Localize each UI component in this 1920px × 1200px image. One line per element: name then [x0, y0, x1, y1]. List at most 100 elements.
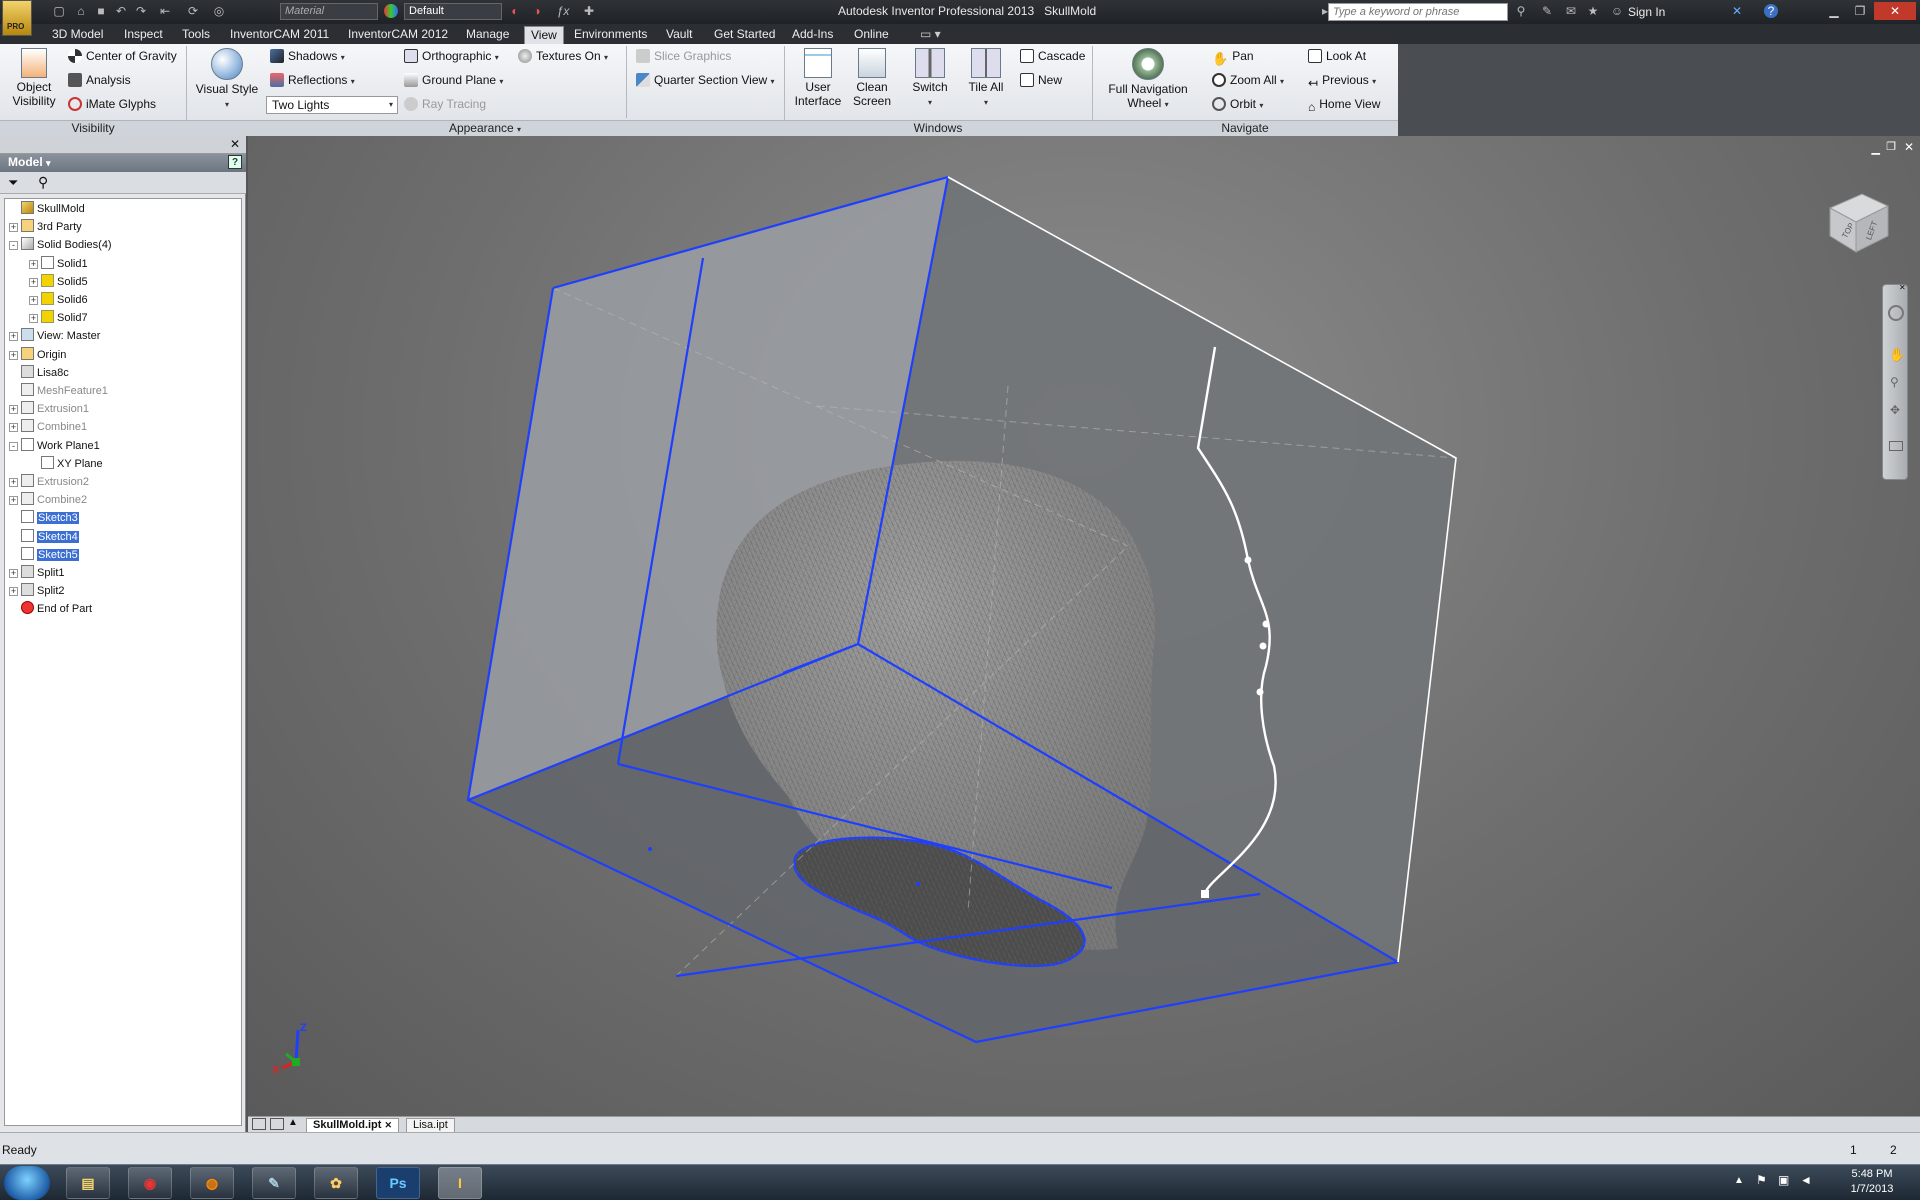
tab-manage[interactable]: Manage — [460, 26, 515, 44]
full-navigation-wheel-button[interactable]: Full Navigation Wheel ▾ — [1100, 48, 1196, 112]
chrome-icon[interactable]: ◉ — [128, 1167, 172, 1199]
undo-icon[interactable]: ↶ — [114, 4, 128, 18]
tree-node[interactable]: + View: Master — [9, 328, 100, 345]
network-icon[interactable]: ▣ — [1778, 1173, 1789, 1187]
add-icon[interactable]: ✚ — [582, 4, 596, 18]
tree-node[interactable]: - Work Plane1 — [9, 437, 100, 455]
tab-vault[interactable]: Vault — [660, 26, 698, 44]
tree-node[interactable]: MeshFeature1 — [9, 383, 108, 400]
tab-3d-model[interactable]: 3D Model — [46, 26, 109, 44]
tree-node[interactable]: + Extrusion1 — [9, 401, 89, 418]
quarter-section-view-button[interactable]: Quarter Section View ▾ — [636, 72, 775, 90]
find-icon[interactable]: ⚲ — [38, 174, 48, 191]
nav-wheel-icon[interactable] — [1888, 305, 1904, 321]
orbit-button[interactable]: Orbit ▾ — [1212, 96, 1263, 114]
tree-node[interactable]: Sketch3 — [9, 510, 79, 527]
expand-icon[interactable]: + — [9, 496, 18, 506]
expand-icon[interactable]: + — [9, 478, 18, 487]
help-icon[interactable]: ? — [1764, 4, 1778, 18]
tab-get-started[interactable]: Get Started — [708, 26, 781, 44]
zoom-all-button[interactable]: Zoom All ▾ — [1212, 72, 1284, 90]
tile-vertical-icon[interactable] — [270, 1118, 284, 1130]
tree-node[interactable]: + Solid7 — [29, 310, 88, 327]
nav-bar-close-icon[interactable]: ✕ — [1899, 283, 1906, 292]
textures-on-button[interactable]: Textures On ▾ — [518, 48, 608, 66]
clear-icon[interactable]: ◑ — [530, 4, 544, 18]
expand-icon[interactable]: + — [9, 223, 18, 233]
tab-tools[interactable]: Tools — [176, 26, 216, 44]
new-icon[interactable]: ▢ — [52, 4, 66, 18]
appearance-dropdown[interactable]: Default — [404, 3, 502, 20]
expand-icon[interactable]: + — [29, 296, 38, 305]
tree-node[interactable]: Sketch5 — [9, 546, 79, 564]
tree-node[interactable]: Lisa8c — [9, 364, 69, 382]
tree-node[interactable]: +3rd Party — [9, 219, 82, 236]
save-icon[interactable]: ■ — [94, 4, 108, 18]
expand-icon[interactable]: + — [9, 423, 18, 433]
shadows-button[interactable]: Shadows ▾ — [270, 48, 345, 66]
tab-inventorcam-2012[interactable]: InventorCAM 2012 — [342, 26, 454, 44]
collapse-icon[interactable]: - — [9, 241, 18, 251]
open-icon[interactable]: ⌂ — [74, 4, 88, 18]
browser-header[interactable]: Model ▾ ? — [0, 154, 246, 172]
viewcube[interactable]: TOP LEFT — [1822, 188, 1896, 254]
imate-glyphs-button[interactable]: iMate Glyphs — [68, 96, 156, 112]
browser-help-icon[interactable]: ? — [228, 155, 242, 169]
tree-node[interactable]: + Split1 — [9, 565, 65, 582]
exchange-icon[interactable]: ✕ — [1730, 4, 1744, 18]
analysis-button[interactable]: Analysis — [68, 72, 131, 88]
tree-node[interactable]: + Solid6 — [29, 292, 88, 309]
collapse-icon[interactable]: - — [9, 441, 18, 451]
tab-inspect[interactable]: Inspect — [118, 26, 169, 44]
pan-button[interactable]: ✋ Pan — [1212, 48, 1254, 66]
tree-node[interactable]: + Solid5 — [29, 273, 88, 291]
app-menu-button[interactable]: PRO — [2, 0, 32, 36]
switch-button[interactable]: Switch ▾ — [906, 48, 954, 110]
expand-icon[interactable]: + — [9, 569, 18, 578]
panel-appearance-footer[interactable]: Appearance ▾ — [186, 120, 784, 136]
document-tab-skullmold[interactable]: SkullMold.ipt ✕ — [306, 1118, 400, 1133]
tree-node[interactable]: + Solid1 — [29, 255, 88, 273]
firefox-icon[interactable]: ◍ — [190, 1167, 234, 1199]
nav-orbit-icon[interactable]: ✥ — [1890, 403, 1900, 417]
close-button[interactable]: ✕ — [1874, 2, 1916, 20]
nav-zoom-icon[interactable]: ⚲ — [1890, 375, 1899, 389]
reflections-button[interactable]: Reflections ▾ — [270, 72, 355, 90]
user-interface-button[interactable]: User Interface — [792, 48, 844, 108]
orthographic-button[interactable]: Orthographic ▾ — [404, 48, 499, 66]
flag-icon[interactable]: ⚑ — [1756, 1173, 1767, 1187]
subscription-icon[interactable]: ✎ — [1540, 4, 1554, 18]
inventor-taskbar-icon[interactable]: I — [438, 1167, 482, 1199]
tab-environments[interactable]: Environments — [568, 26, 653, 44]
start-button[interactable] — [4, 1166, 50, 1200]
document-tab-lisa[interactable]: Lisa.ipt — [406, 1118, 455, 1133]
ribbon-options-icon[interactable]: ▭ ▾ — [914, 26, 947, 44]
new-window-button[interactable]: New — [1020, 72, 1062, 88]
tree-node[interactable]: Sketch4 — [9, 528, 79, 546]
binoculars-icon[interactable]: ⚲ — [1514, 4, 1528, 18]
tile-all-button[interactable]: Tile All ▾ — [962, 48, 1010, 110]
material-dropdown[interactable]: Material — [280, 3, 378, 20]
expand-icon[interactable]: + — [9, 350, 18, 360]
paint-icon[interactable]: ✿ — [314, 1167, 358, 1199]
show-hidden-icons[interactable]: ▲ — [1734, 1175, 1744, 1186]
tree-node[interactable]: XY Plane — [29, 455, 103, 473]
clean-screen-button[interactable]: Clean Screen — [846, 48, 898, 108]
expand-icon[interactable]: + — [9, 405, 18, 415]
tab-add-ins[interactable]: Add-Ins — [786, 26, 839, 44]
favorites-icon[interactable]: ★ — [1586, 4, 1600, 18]
tile-horizontal-icon[interactable] — [252, 1118, 266, 1130]
tree-node[interactable]: + Split2 — [9, 583, 65, 600]
return-icon[interactable]: ⇤ — [158, 4, 172, 18]
tab-close-icon[interactable]: ✕ — [385, 1120, 393, 1130]
previous-view-button[interactable]: ↤ Previous ▾ — [1308, 72, 1376, 90]
search-input[interactable] — [1328, 3, 1508, 21]
communication-icon[interactable]: ✉ — [1564, 4, 1578, 18]
nav-pan-icon[interactable]: ✋ — [1889, 347, 1905, 363]
home-view-button[interactable]: ⌂ Home View — [1308, 96, 1380, 114]
ground-plane-button[interactable]: Ground Plane ▾ — [404, 72, 503, 90]
filter-icon[interactable]: ⏷ — [8, 175, 18, 191]
look-at-button[interactable]: Look At — [1308, 48, 1366, 64]
system-clock[interactable]: 5:48 PM 1/7/2013 — [1832, 1167, 1912, 1197]
fx-icon[interactable]: ƒx — [556, 4, 570, 18]
